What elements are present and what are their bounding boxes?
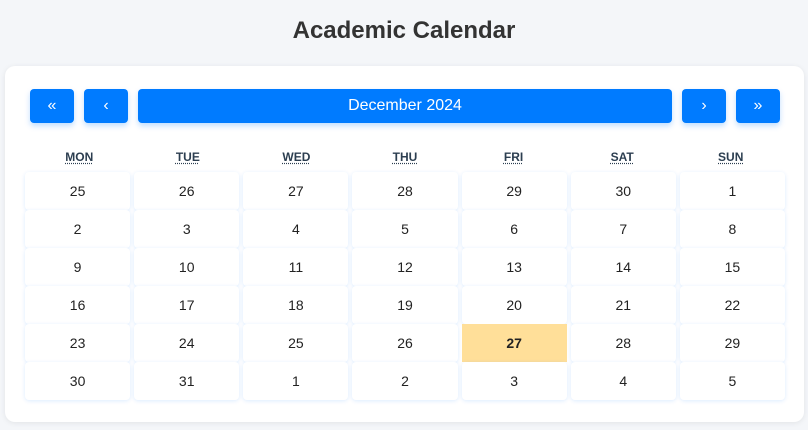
weekday-label: WED: [282, 150, 311, 164]
day-cell[interactable]: 26: [352, 324, 458, 362]
day-cell[interactable]: 22: [679, 286, 785, 324]
day-cell[interactable]: 20: [461, 286, 567, 324]
day-cell[interactable]: 1: [243, 362, 349, 400]
day-cell[interactable]: 24: [134, 324, 240, 362]
weekday-header: MON TUE WED THU FRI SAT SUN: [25, 150, 785, 166]
day-cell[interactable]: 17: [134, 286, 240, 324]
next-year-button[interactable]: »: [736, 89, 780, 123]
day-cell[interactable]: 28: [570, 324, 676, 362]
day-cell-today[interactable]: 27: [461, 324, 567, 362]
day-cell[interactable]: 15: [679, 248, 785, 286]
day-cell[interactable]: 23: [25, 324, 131, 362]
day-cell[interactable]: 30: [25, 362, 131, 400]
calendar-nav: « ‹ December 2024 › »: [5, 89, 804, 123]
day-grid: 25 26 27 28 29 30 1 2 3 4 5 6 7 8 9 10 1…: [25, 172, 785, 400]
weekday-wed: WED: [242, 150, 351, 166]
weekday-mon: MON: [25, 150, 134, 166]
day-cell[interactable]: 4: [570, 362, 676, 400]
calendar-card: « ‹ December 2024 › » MON TUE WED THU FR…: [5, 66, 804, 422]
prev-year-button[interactable]: «: [30, 89, 74, 123]
weekday-label: THU: [392, 150, 418, 164]
day-cell[interactable]: 10: [134, 248, 240, 286]
day-cell[interactable]: 5: [679, 362, 785, 400]
day-cell[interactable]: 12: [352, 248, 458, 286]
day-cell[interactable]: 3: [134, 210, 240, 248]
month-label-button[interactable]: December 2024: [138, 89, 672, 123]
weekday-label: SAT: [610, 150, 634, 164]
day-cell[interactable]: 11: [243, 248, 349, 286]
weekday-thu: THU: [351, 150, 460, 166]
day-cell[interactable]: 14: [570, 248, 676, 286]
weekday-fri: FRI: [459, 150, 568, 166]
day-cell[interactable]: 8: [679, 210, 785, 248]
day-cell[interactable]: 29: [461, 172, 567, 210]
day-cell[interactable]: 26: [134, 172, 240, 210]
prev-month-button[interactable]: ‹: [84, 89, 128, 123]
day-cell[interactable]: 30: [570, 172, 676, 210]
day-cell[interactable]: 18: [243, 286, 349, 324]
day-cell[interactable]: 5: [352, 210, 458, 248]
day-cell[interactable]: 31: [134, 362, 240, 400]
weekday-sat: SAT: [568, 150, 677, 166]
weekday-label: TUE: [175, 150, 200, 164]
day-cell[interactable]: 1: [679, 172, 785, 210]
day-cell[interactable]: 25: [25, 172, 131, 210]
day-cell[interactable]: 25: [243, 324, 349, 362]
day-cell[interactable]: 3: [461, 362, 567, 400]
day-cell[interactable]: 29: [679, 324, 785, 362]
day-cell[interactable]: 7: [570, 210, 676, 248]
day-cell[interactable]: 2: [25, 210, 131, 248]
day-cell[interactable]: 27: [243, 172, 349, 210]
page: Academic Calendar « ‹ December 2024 › » …: [0, 0, 808, 430]
page-title: Academic Calendar: [292, 17, 516, 44]
day-cell[interactable]: 9: [25, 248, 131, 286]
next-month-button[interactable]: ›: [682, 89, 726, 123]
weekday-label: SUN: [718, 150, 744, 164]
day-cell[interactable]: 13: [461, 248, 567, 286]
day-cell[interactable]: 28: [352, 172, 458, 210]
day-cell[interactable]: 2: [352, 362, 458, 400]
day-cell[interactable]: 16: [25, 286, 131, 324]
weekday-tue: TUE: [134, 150, 243, 166]
weekday-sun: SUN: [676, 150, 785, 166]
day-cell[interactable]: 21: [570, 286, 676, 324]
day-cell[interactable]: 6: [461, 210, 567, 248]
day-cell[interactable]: 19: [352, 286, 458, 324]
weekday-label: FRI: [503, 150, 524, 164]
day-cell[interactable]: 4: [243, 210, 349, 248]
weekday-label: MON: [65, 150, 94, 164]
